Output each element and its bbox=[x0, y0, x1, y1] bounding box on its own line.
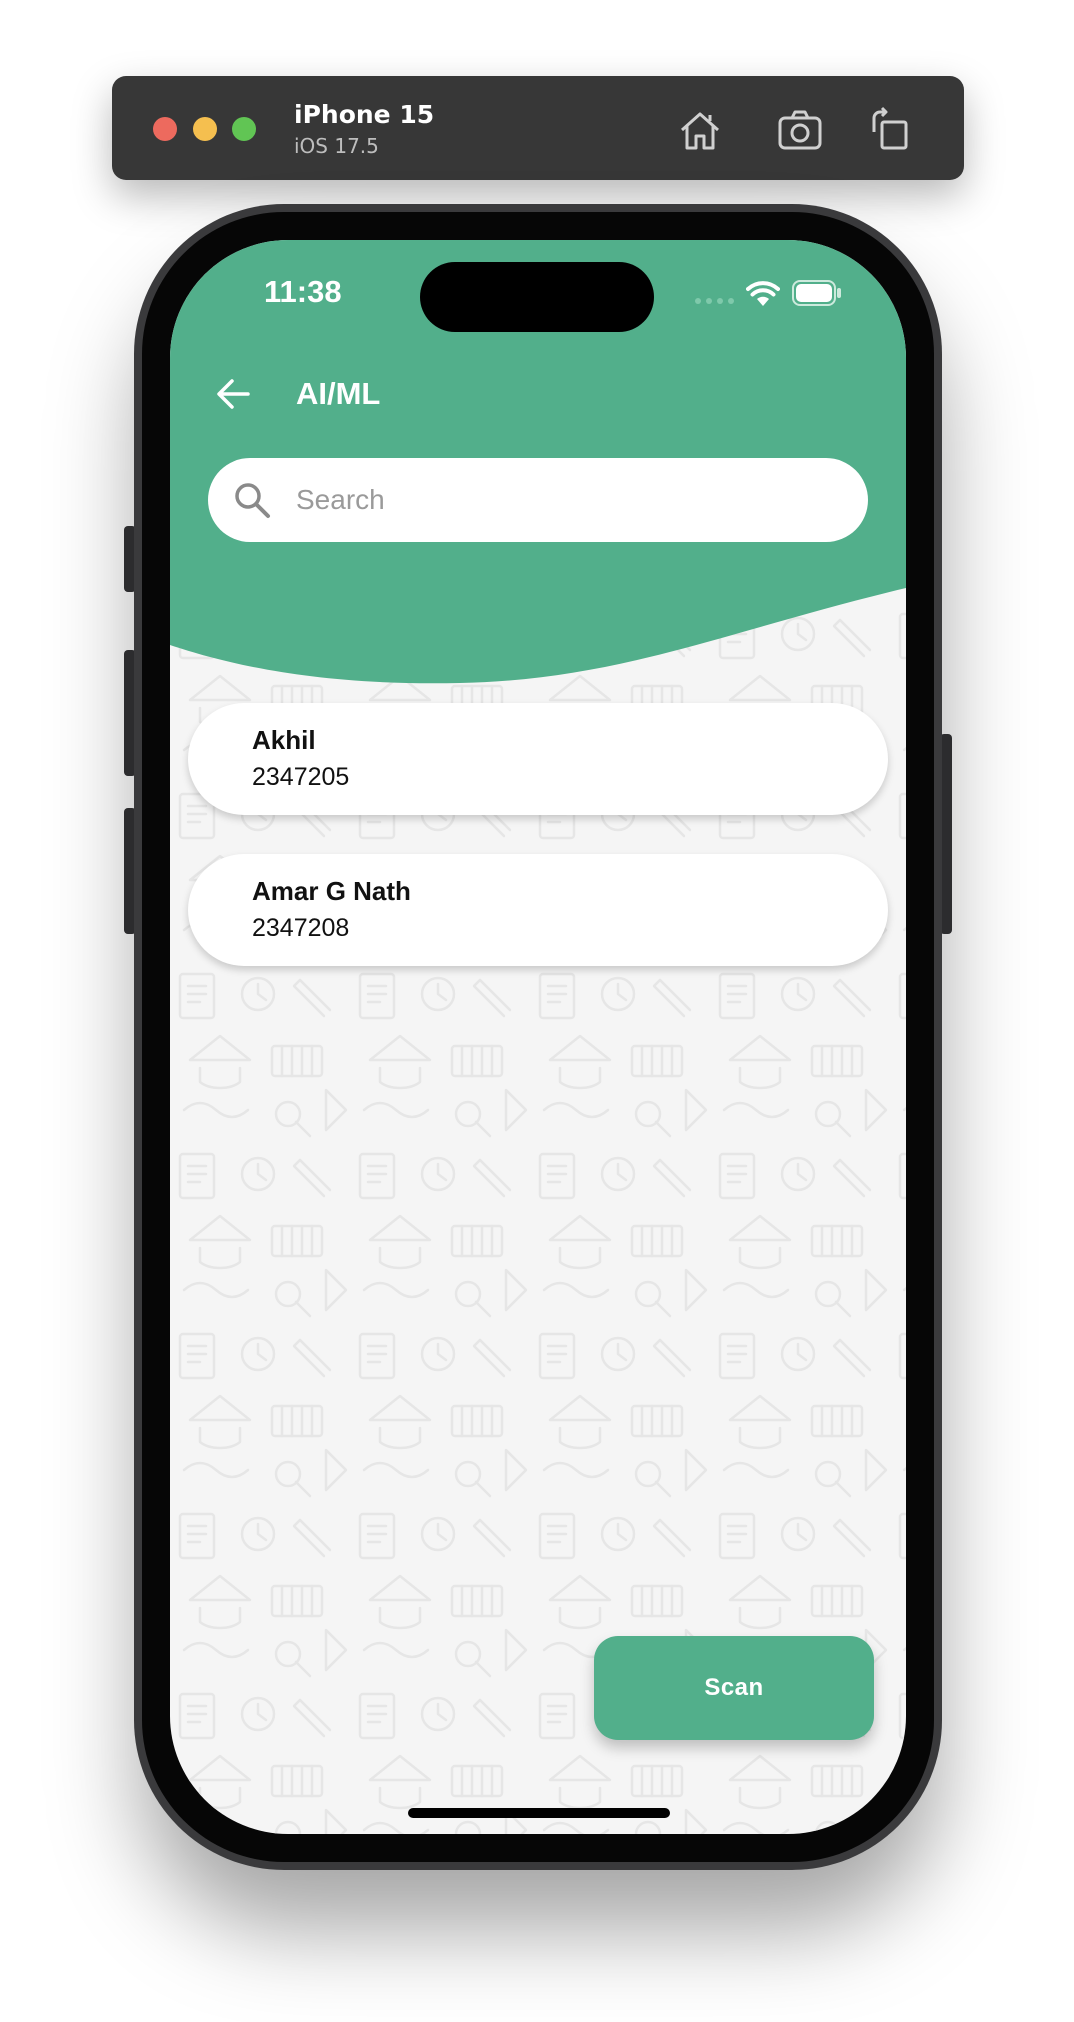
search-icon bbox=[235, 483, 270, 518]
simulator-toolbar: iPhone 15 iOS 17.5 bbox=[112, 76, 964, 180]
dynamic-island bbox=[420, 262, 654, 332]
signal-dots-icon bbox=[695, 298, 734, 304]
search-input[interactable] bbox=[296, 468, 836, 532]
screenshot-icon[interactable] bbox=[776, 106, 824, 154]
home-indicator[interactable] bbox=[408, 1808, 670, 1818]
home-icon[interactable] bbox=[676, 106, 724, 154]
scan-button[interactable]: Scan bbox=[594, 1636, 874, 1740]
wifi-icon bbox=[746, 281, 780, 306]
rotate-icon[interactable] bbox=[866, 106, 914, 154]
minimize-window-button[interactable] bbox=[193, 117, 217, 141]
page-title: AI/ML bbox=[296, 376, 381, 411]
close-window-button[interactable] bbox=[153, 117, 177, 141]
student-id: 2347205 bbox=[252, 763, 350, 791]
device-name: iPhone 15 bbox=[294, 100, 435, 129]
phone-screen: 11:38 AI/ML Akhil 2347205 Amar G bbox=[170, 240, 906, 1834]
list-item[interactable]: Amar G Nath 2347208 bbox=[188, 854, 888, 966]
student-id: 2347208 bbox=[252, 914, 350, 942]
list-item[interactable]: Akhil 2347205 bbox=[188, 703, 888, 815]
search-bar[interactable] bbox=[208, 458, 868, 542]
arrow-left-icon[interactable] bbox=[214, 375, 252, 413]
os-version: iOS 17.5 bbox=[294, 134, 379, 158]
zoom-window-button[interactable] bbox=[232, 117, 256, 141]
student-name: Amar G Nath bbox=[252, 876, 411, 906]
student-name: Akhil bbox=[252, 725, 316, 755]
status-time: 11:38 bbox=[264, 274, 342, 309]
battery-icon bbox=[792, 280, 841, 306]
